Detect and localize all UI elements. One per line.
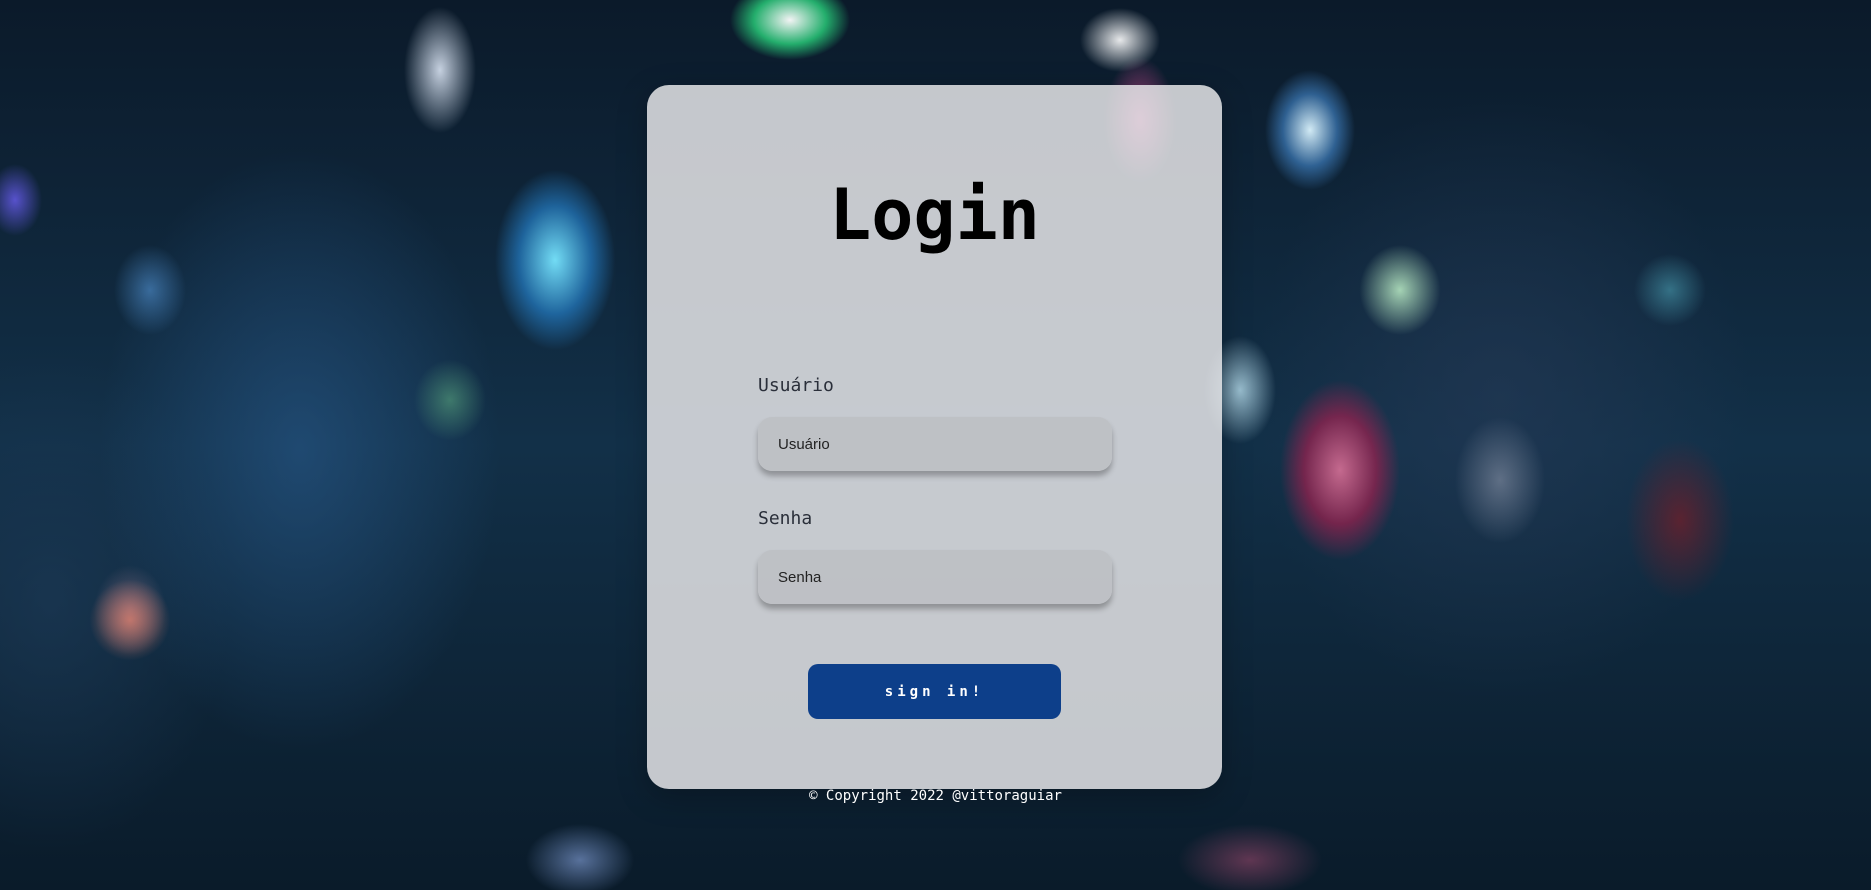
password-label: Senha [758, 508, 813, 529]
username-label: Usuário [758, 375, 834, 396]
sign-in-button[interactable]: sign in! [808, 664, 1061, 719]
password-input[interactable] [758, 550, 1112, 604]
login-card: Login Usuário Senha sign in! [647, 85, 1222, 789]
copyright-footer: © Copyright 2022 @vittoraguiar [809, 788, 1062, 804]
page-title: Login [829, 174, 1040, 256]
username-input[interactable] [758, 417, 1112, 471]
